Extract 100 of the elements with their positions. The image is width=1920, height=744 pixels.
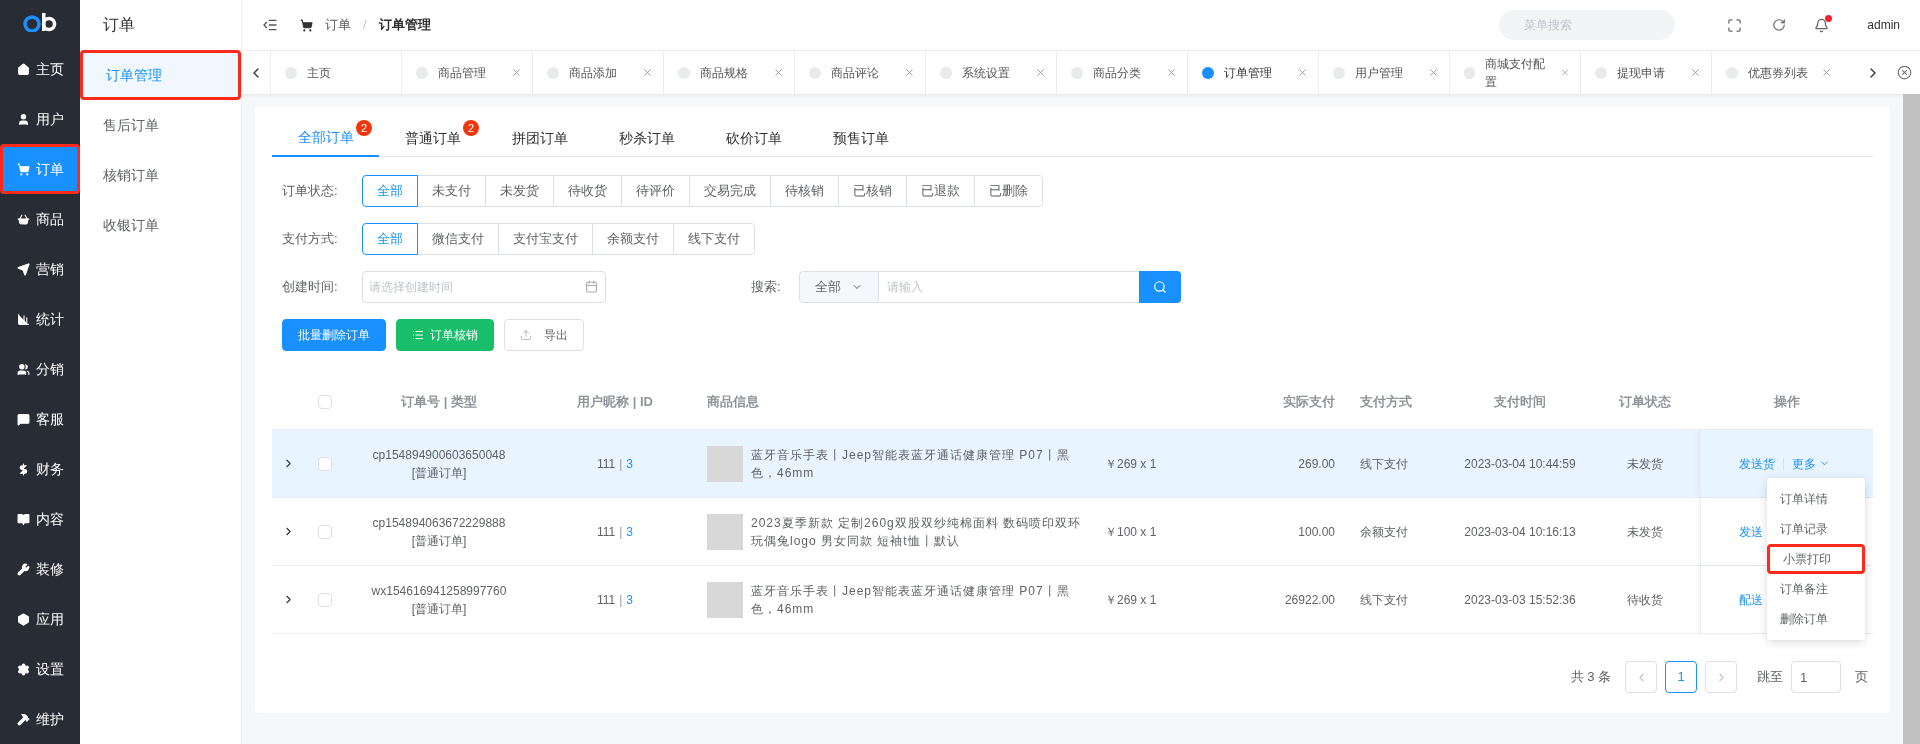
submenu-item[interactable]: 售后订单	[80, 100, 241, 150]
dropdown-item[interactable]: 删除订单	[1767, 604, 1865, 634]
row-checkbox[interactable]	[318, 592, 332, 607]
select-all-checkbox[interactable]	[318, 395, 332, 409]
nav-item[interactable]: 应用	[0, 594, 80, 644]
cart-icon	[16, 162, 30, 176]
close-tab-icon[interactable]	[1560, 67, 1570, 78]
nav-item[interactable]: 用户	[0, 94, 80, 144]
nav-item[interactable]: 统计	[0, 294, 80, 344]
dropdown-item[interactable]: 订单记录	[1767, 514, 1865, 544]
nav-item[interactable]: 主页	[0, 44, 80, 94]
separator: |	[619, 591, 623, 609]
date-picker-field[interactable]: 请选择创建时间	[362, 271, 606, 303]
close-tab-icon[interactable]	[1821, 67, 1832, 78]
page-tab[interactable]: 用户管理	[1318, 51, 1449, 94]
filter-option[interactable]: 未发货	[485, 175, 554, 207]
row-action-link[interactable]: 配送	[1739, 590, 1763, 609]
page-tab[interactable]: 商品分类	[1056, 51, 1187, 94]
row-action-link[interactable]: 发送	[1739, 522, 1763, 541]
filter-option[interactable]: 已退款	[906, 175, 975, 207]
page-jump-field[interactable]: 1	[1791, 661, 1841, 693]
order-tab[interactable]: 预售订单	[807, 120, 914, 157]
filter-option[interactable]: 交易完成	[689, 175, 771, 207]
column-header: 用户昵称 | ID	[577, 394, 653, 410]
order-tab[interactable]: 砍价订单	[700, 120, 807, 157]
close-tab-icon[interactable]	[1035, 67, 1046, 78]
cube-icon	[16, 612, 30, 626]
nav-item[interactable]: 设置	[0, 644, 80, 694]
page-tab[interactable]: 订单管理	[1187, 51, 1318, 94]
filter-option[interactable]: 线下支付	[673, 223, 755, 255]
search-button[interactable]	[1138, 271, 1181, 303]
dropdown-item[interactable]: 订单备注	[1767, 574, 1865, 604]
page-tab[interactable]: 商品规格	[663, 51, 794, 94]
product-price: ￥100 x 1	[1105, 523, 1157, 541]
close-tab-icon[interactable]	[1690, 67, 1701, 78]
order-type: [普通订单]	[410, 532, 468, 550]
nav-item[interactable]: 营销	[0, 244, 80, 294]
page-tab[interactable]: 商品管理	[401, 51, 532, 94]
order-status: 待收货	[1627, 592, 1663, 607]
jump-label: 跳至	[1757, 668, 1783, 687]
nav-item[interactable]: 装修	[0, 544, 80, 594]
filter-option[interactable]: 待收货	[553, 175, 622, 207]
scrollbar[interactable]	[1903, 94, 1920, 744]
close-tab-icon[interactable]	[511, 67, 522, 78]
row-checkbox[interactable]	[318, 456, 332, 471]
payment-method: 余额支付	[1360, 524, 1408, 539]
cart-icon	[300, 18, 313, 32]
filter-option[interactable]: 已核销	[838, 175, 907, 207]
menu-collapse-icon[interactable]	[262, 17, 278, 33]
filter-option[interactable]: 已删除	[974, 175, 1043, 207]
prev-page-button[interactable]	[1625, 661, 1657, 693]
close-all-icon[interactable]	[1897, 65, 1912, 80]
separator: |	[619, 455, 623, 473]
user-name[interactable]: admin	[1867, 16, 1900, 34]
page-tab[interactable]: 主页	[270, 51, 401, 94]
close-tab-icon[interactable]	[1428, 67, 1439, 78]
order-tab[interactable]: 秒杀订单	[593, 120, 700, 157]
page-tab[interactable]: 商城支付配置	[1449, 51, 1580, 94]
row-checkbox[interactable]	[318, 524, 332, 539]
close-tab-icon[interactable]	[1297, 67, 1308, 78]
close-tab-icon[interactable]	[642, 67, 653, 78]
nav-item[interactable]: 分销	[0, 344, 80, 394]
page-tab[interactable]: 系统设置	[925, 51, 1056, 94]
search-field[interactable]: 请输入	[878, 271, 1139, 303]
nav-item[interactable]: 客服	[0, 394, 80, 444]
breadcrumb-item[interactable]: 订单	[325, 15, 351, 35]
filter-option[interactable]: 支付宝支付	[498, 223, 593, 255]
page-tab[interactable]: 商品添加	[532, 51, 663, 94]
close-tab-icon[interactable]	[1166, 67, 1177, 78]
order-tab[interactable]: 普通订单 2	[379, 120, 486, 157]
dropdown-item[interactable]: 小票打印	[1767, 544, 1865, 574]
page-tab[interactable]: 提现申请	[1580, 51, 1711, 94]
next-page-button[interactable]	[1705, 661, 1737, 693]
order-status: 未发货	[1627, 524, 1663, 539]
filter-option[interactable]: 微信支付	[417, 223, 499, 255]
page-tab[interactable]: 商品评论	[794, 51, 925, 94]
page-tab[interactable]: 优惠券列表	[1711, 51, 1842, 94]
order-tab[interactable]: 拼团订单	[486, 120, 593, 157]
order-tab[interactable]: 全部订单 2	[272, 120, 379, 157]
submenu-item[interactable]: 收银订单	[80, 200, 241, 250]
nav-item[interactable]: 商品	[0, 194, 80, 244]
close-tab-icon[interactable]	[904, 67, 915, 78]
action-button[interactable]: 导出	[504, 319, 584, 351]
fullscreen-icon[interactable]	[1727, 17, 1743, 33]
search-scope-select[interactable]: 全部	[798, 271, 879, 303]
filter-option[interactable]: 未支付	[417, 175, 486, 207]
refresh-icon[interactable]	[1772, 18, 1787, 32]
filter-option[interactable]: 余额支付	[592, 223, 674, 255]
basket-icon	[16, 212, 30, 226]
nav-item[interactable]: 内容	[0, 494, 80, 544]
notification-button[interactable]	[1814, 17, 1830, 33]
nav-item[interactable]: 维护	[0, 694, 80, 744]
submenu-item[interactable]: 核销订单	[80, 150, 241, 200]
page-suffix: 页	[1855, 668, 1868, 687]
close-tab-icon[interactable]	[773, 67, 784, 78]
nav-item[interactable]: 财务	[0, 444, 80, 494]
filter-option[interactable]: 待评价	[621, 175, 690, 207]
filter-option[interactable]: 待核销	[770, 175, 839, 207]
book-icon	[16, 512, 30, 526]
dropdown-item[interactable]: 订单详情	[1767, 484, 1865, 514]
